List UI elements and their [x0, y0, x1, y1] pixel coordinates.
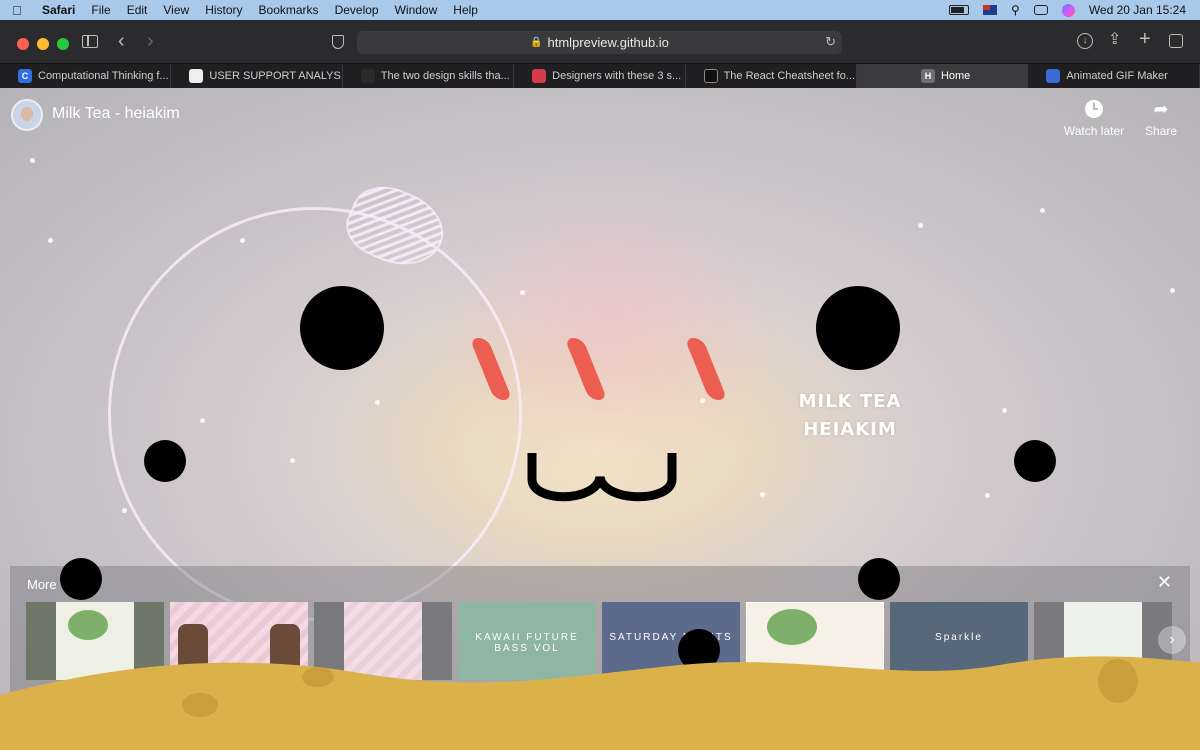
sparkle: [122, 508, 127, 513]
tab-bar: C Computational Thinking f... USER SUPPO…: [0, 64, 1200, 88]
lock-icon: 🔒: [530, 37, 543, 48]
share-arrow-icon: ➦: [1153, 99, 1169, 119]
sparkle: [30, 158, 35, 163]
tab-label: Designers with these 3 s...: [552, 70, 682, 82]
tab-computational-thinking[interactable]: C Computational Thinking f...: [0, 64, 172, 88]
apple-menu-icon[interactable]: : [0, 3, 34, 18]
privacy-shield-icon[interactable]: [332, 35, 344, 49]
favicon-icon: [532, 69, 547, 83]
safari-toolbar: ‹ › 🔒 htmlpreview.github.io ↻ ↓ ⇪ +: [0, 20, 1200, 64]
menu-edit[interactable]: Edit: [119, 0, 156, 20]
tab-label: The two design skills tha...: [380, 70, 510, 82]
cat-mouth: [527, 453, 677, 502]
channel-avatar[interactable]: [11, 99, 43, 131]
battery-icon[interactable]: [949, 5, 970, 15]
bouncing-dot: [1014, 440, 1056, 482]
sand-dunes: [0, 656, 1200, 750]
bouncing-dot: [60, 558, 102, 600]
share-label: Share: [1144, 124, 1178, 138]
tab-label: Computational Thinking f...: [38, 70, 169, 82]
menu-bookmarks[interactable]: Bookmarks: [251, 0, 327, 20]
sparkle: [48, 238, 53, 243]
tab-label: Animated GIF Maker: [1066, 70, 1168, 82]
tab-label: The React Cheatsheet fo...: [723, 70, 856, 82]
tab-user-support-analysis[interactable]: USER SUPPORT ANALYS...: [171, 64, 343, 88]
sparkle: [760, 492, 765, 497]
bouncing-dot: [144, 440, 186, 482]
fullscreen-window-button[interactable]: [57, 38, 69, 50]
favicon-icon: H: [920, 69, 935, 83]
favicon-icon: [360, 69, 375, 83]
minimize-window-button[interactable]: [37, 38, 49, 50]
share-video-button[interactable]: ➦ Share: [1143, 100, 1179, 138]
sparkle: [985, 493, 990, 498]
sparkle: [918, 223, 923, 228]
right-eye: [816, 286, 900, 370]
left-eye: [300, 286, 384, 370]
address-bar-url: htmlpreview.github.io: [547, 35, 669, 50]
forward-icon[interactable]: ›: [147, 31, 154, 51]
menu-history[interactable]: History: [197, 0, 250, 20]
share-icon[interactable]: ⇪: [1108, 32, 1121, 48]
menu-app-safari[interactable]: Safari: [34, 0, 83, 20]
sparkle: [1170, 288, 1175, 293]
favicon-icon: [189, 69, 204, 83]
favicon-icon: C: [18, 69, 32, 83]
window-controls: [17, 38, 69, 50]
close-window-button[interactable]: [17, 38, 29, 50]
address-bar[interactable]: 🔒 htmlpreview.github.io ↻: [357, 31, 842, 54]
downloads-icon[interactable]: ↓: [1077, 33, 1093, 49]
sidebar-toggle-icon[interactable]: [82, 35, 98, 48]
video-title[interactable]: Milk Tea - heiakim: [52, 105, 180, 123]
watch-later-button[interactable]: Watch later: [1063, 100, 1125, 138]
control-center-icon[interactable]: [1033, 5, 1048, 15]
siri-icon[interactable]: [1061, 3, 1075, 17]
menu-window[interactable]: Window: [387, 0, 446, 20]
input-source-flag-icon[interactable]: [983, 5, 998, 15]
sparkle: [700, 398, 705, 403]
back-icon[interactable]: ‹: [118, 31, 125, 51]
sparkle: [1002, 408, 1007, 413]
favicon-icon: [1046, 69, 1061, 83]
tab-label: USER SUPPORT ANALYS...: [209, 70, 343, 82]
clock-icon: [1085, 100, 1103, 118]
tab-home[interactable]: H Home: [856, 64, 1029, 88]
tab-label: Home: [940, 70, 971, 82]
menu-file[interactable]: File: [83, 0, 118, 20]
sparkle: [1040, 208, 1045, 213]
sparkle: [520, 290, 525, 295]
close-icon[interactable]: ✕: [1157, 572, 1172, 593]
new-tab-icon[interactable]: +: [1139, 29, 1151, 49]
menu-view[interactable]: View: [155, 0, 197, 20]
menubar-clock[interactable]: Wed 20 Jan 15:24: [1089, 3, 1186, 17]
video-logo-text: MILK TEA HEIAKIM: [798, 391, 902, 440]
macos-menubar:  Safari File Edit View History Bookmark…: [0, 0, 1200, 20]
spotlight-search-icon[interactable]: ⚲: [1011, 3, 1020, 17]
watch-later-label: Watch later: [1063, 124, 1125, 138]
favicon-icon: [703, 69, 718, 83]
menu-help[interactable]: Help: [445, 0, 486, 20]
tab-react-cheatsheet[interactable]: The React Cheatsheet fo...: [686, 64, 857, 88]
decorative-ring: [108, 207, 522, 621]
video-player[interactable]: MILK TEA HEIAKIM Milk Tea - heiakim Watc…: [0, 88, 1200, 750]
tab-animated-gif-maker[interactable]: Animated GIF Maker: [1028, 64, 1200, 88]
reload-icon[interactable]: ↻: [825, 34, 836, 50]
menu-develop[interactable]: Develop: [327, 0, 387, 20]
tab-designers-3-skills[interactable]: Designers with these 3 s...: [514, 64, 686, 88]
bouncing-dot: [858, 558, 900, 600]
tab-overview-icon[interactable]: [1169, 34, 1183, 48]
tab-two-design-skills[interactable]: The two design skills tha...: [343, 64, 515, 88]
